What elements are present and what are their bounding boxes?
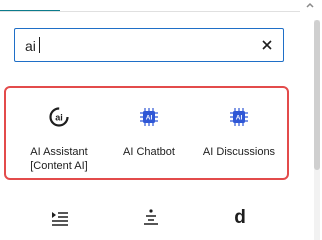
tab-divider: [0, 11, 300, 12]
block-label: AI Assistant [Content AI]: [30, 146, 88, 172]
svg-text:AI: AI: [236, 115, 243, 122]
clear-search-button[interactable]: [257, 35, 277, 55]
block-ai-assistant[interactable]: ai AI Assistant [Content AI]: [12, 88, 106, 178]
close-icon: [262, 40, 272, 50]
search-input[interactable]: [23, 29, 257, 62]
ai-chip-icon: AI: [140, 108, 158, 126]
scrollbar-thumb[interactable]: [314, 20, 320, 170]
block-ai-chatbot[interactable]: AI AI Chatbot: [102, 88, 196, 178]
ai-assistant-icon: ai: [49, 107, 69, 127]
align-center-icon[interactable]: [139, 206, 163, 230]
svg-text:AI: AI: [146, 115, 153, 122]
panel-tab-bar: [0, 0, 314, 12]
text-caret: [39, 37, 40, 53]
block-label: AI Chatbot: [123, 146, 175, 158]
search-results-highlight: ai AI Assistant [Content AI] AI AI Chatb…: [4, 86, 289, 180]
scrollbar[interactable]: [312, 20, 322, 240]
ai-chip-icon: AI: [230, 108, 248, 126]
block-ai-discussions[interactable]: AI AI Discussions: [192, 88, 286, 178]
chevron-up-icon[interactable]: [304, 0, 316, 12]
block-search-field[interactable]: [14, 28, 284, 62]
block-type-d[interactable]: d: [230, 206, 250, 230]
list-indent-icon[interactable]: [48, 206, 72, 230]
block-label: AI Discussions: [202, 146, 276, 158]
svg-text:ai: ai: [55, 113, 63, 123]
